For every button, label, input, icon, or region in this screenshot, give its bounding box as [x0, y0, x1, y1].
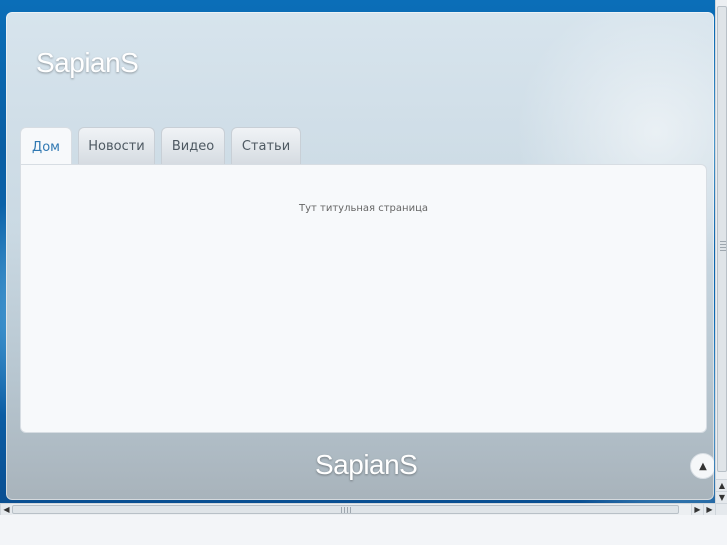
arrow-left-icon: ◀	[3, 505, 10, 514]
scroll-top-button[interactable]: ▲	[690, 453, 714, 479]
scroll-down-button[interactable]: ▼	[716, 491, 727, 503]
arrow-down-icon: ▼	[718, 493, 726, 502]
vertical-grip	[720, 241, 726, 251]
tab-home[interactable]: Дом	[20, 127, 72, 167]
site-container: SapianS Дом Новости Видео Статьи Тут тит…	[6, 12, 714, 500]
arrow-right-icon: ▶	[706, 505, 713, 514]
scroll-right-button[interactable]: ▶	[691, 504, 703, 515]
horizontal-scrollbar[interactable]: ◀ ▶ ▶	[0, 503, 715, 515]
site-logo[interactable]: SapianS	[36, 47, 139, 79]
footer-logo: SapianS	[315, 449, 418, 480]
scroll-up-button[interactable]: ▲	[716, 479, 727, 491]
scroll-left-button[interactable]: ◀	[0, 504, 12, 515]
tab-video[interactable]: Видео	[161, 127, 225, 165]
tab-articles[interactable]: Статьи	[231, 127, 301, 165]
horizontal-grip	[341, 507, 353, 513]
tab-news[interactable]: Новости	[78, 127, 155, 165]
panel-text: Тут титульная страница	[298, 203, 428, 214]
horizontal-scroll-thumb[interactable]	[12, 505, 679, 514]
status-bar	[0, 515, 727, 545]
vertical-scrollbar[interactable]: ▲ ▼	[715, 0, 727, 503]
arrow-up-icon: ▲	[718, 481, 726, 490]
scrollbar-corner	[715, 503, 727, 515]
scroll-right-button-2[interactable]: ▶	[703, 504, 715, 515]
arrow-right-icon: ▶	[694, 505, 701, 514]
vertical-scroll-thumb[interactable]	[717, 6, 727, 472]
triangle-up-icon: ▲	[699, 460, 707, 472]
tab-content-panel: Тут титульная страница	[20, 164, 707, 433]
